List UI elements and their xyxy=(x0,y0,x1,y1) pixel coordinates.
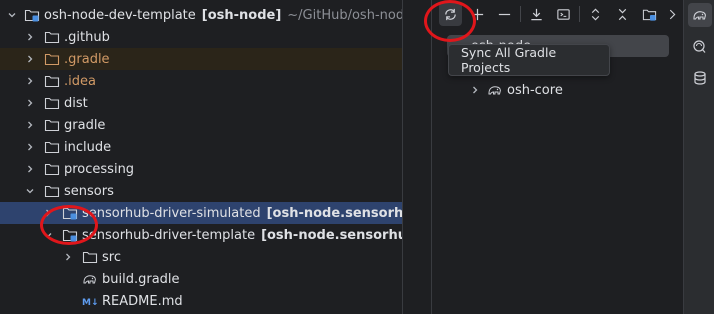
chevron-down-icon[interactable] xyxy=(6,4,18,26)
chevron-right-icon[interactable] xyxy=(62,246,74,268)
tree-row-build-gradle[interactable]: build.gradle xyxy=(0,268,402,290)
project-path: ~/GitHub/osh-node xyxy=(287,7,403,23)
tree-label: osh-node-dev-template xyxy=(44,7,196,23)
gradle-tree-osh-core[interactable]: osh-core xyxy=(469,79,563,101)
module-badge: [osh-node.sensorhub xyxy=(266,205,403,221)
chevron-down-icon[interactable] xyxy=(24,180,36,202)
tree-row-root[interactable]: osh-node-dev-template [osh-node] ~/GitHu… xyxy=(0,4,403,26)
tooltip: Sync All Gradle Projects xyxy=(448,44,610,76)
folder-icon xyxy=(82,251,98,264)
run-task-icon[interactable] xyxy=(552,2,575,26)
gradle-tree-label: osh-core xyxy=(507,82,563,98)
tree-label: dist xyxy=(64,95,88,111)
toolbar-separator xyxy=(579,6,580,22)
module-badge: [osh-node.sensorhub- xyxy=(261,227,402,243)
excluded-folder-icon xyxy=(44,53,60,66)
tree-label: src xyxy=(102,249,121,265)
tree-label: sensorhub-driver-simulated xyxy=(82,205,261,221)
download-icon[interactable] xyxy=(525,2,548,26)
tree-label: README.md xyxy=(102,293,183,309)
tree-label: sensors xyxy=(64,183,114,199)
chevron-right-icon[interactable] xyxy=(24,92,36,114)
chevron-right-icon[interactable] xyxy=(469,79,481,101)
database-icon[interactable] xyxy=(688,66,712,90)
chevron-right-icon[interactable] xyxy=(24,136,36,158)
folder-icon xyxy=(44,185,60,198)
tree-label: .github xyxy=(64,29,110,45)
folder-icon xyxy=(44,163,60,176)
tree-row-sensors[interactable]: sensors xyxy=(0,180,402,202)
tree-row-idea[interactable]: .idea xyxy=(0,70,402,92)
chevron-right-icon[interactable] xyxy=(24,70,36,92)
gradle-elephant-icon xyxy=(83,275,96,284)
expand-all-icon[interactable] xyxy=(584,2,607,26)
tree-label: .gradle xyxy=(64,51,110,67)
tree-label: .idea xyxy=(64,73,96,89)
collapse-all-icon[interactable] xyxy=(611,2,634,26)
tree-row-include[interactable]: include xyxy=(0,136,402,158)
svg-text:M↓: M↓ xyxy=(82,298,98,308)
tree-row-gradle[interactable]: gradle xyxy=(0,114,402,136)
folder-icon xyxy=(44,119,60,132)
remove-icon[interactable] xyxy=(493,2,516,26)
chevron-right-icon[interactable] xyxy=(24,114,36,136)
annotation-circle-module-icon xyxy=(40,205,98,245)
chevron-right-icon[interactable] xyxy=(24,48,36,70)
splitter-gutter[interactable] xyxy=(404,0,432,314)
project-tree: osh-node-dev-template [osh-node] ~/GitHu… xyxy=(0,0,403,314)
tree-row-readme[interactable]: M↓ README.md xyxy=(0,290,402,312)
ai-assistant-icon[interactable] xyxy=(688,35,712,59)
tree-row-github[interactable]: .github xyxy=(0,26,402,48)
tree-row-src[interactable]: src xyxy=(0,246,402,268)
markdown-icon: M↓ xyxy=(82,298,98,308)
more-chevron-icon[interactable] xyxy=(665,2,679,26)
annotation-circle-sync xyxy=(424,0,476,42)
tree-row-processing[interactable]: processing xyxy=(0,158,402,180)
tree-label: build.gradle xyxy=(102,271,180,287)
folder-icon xyxy=(44,141,60,154)
tree-label: gradle xyxy=(64,117,106,133)
gradle-tool-icon[interactable] xyxy=(688,3,712,27)
chevron-right-icon[interactable] xyxy=(24,158,36,180)
chevron-right-icon[interactable] xyxy=(24,26,36,48)
module-settings-icon[interactable] xyxy=(638,2,661,26)
module-folder-icon xyxy=(24,9,40,22)
gradle-elephant-icon xyxy=(488,86,501,95)
folder-icon xyxy=(44,31,60,44)
module-badge: [osh-node] xyxy=(201,7,282,23)
tree-row-dist[interactable]: dist xyxy=(0,92,402,114)
folder-icon xyxy=(44,75,60,88)
ide-window: osh-node-dev-template [osh-node] ~/GitHu… xyxy=(0,0,714,314)
toolbar-separator xyxy=(520,6,521,22)
tree-label: processing xyxy=(64,161,135,177)
tree-label: sensorhub-driver-template xyxy=(82,227,256,243)
tree-row-gradle-cache[interactable]: .gradle xyxy=(0,48,402,70)
folder-icon xyxy=(44,97,60,110)
right-tool-strip xyxy=(683,0,714,314)
tree-label: include xyxy=(64,139,112,155)
